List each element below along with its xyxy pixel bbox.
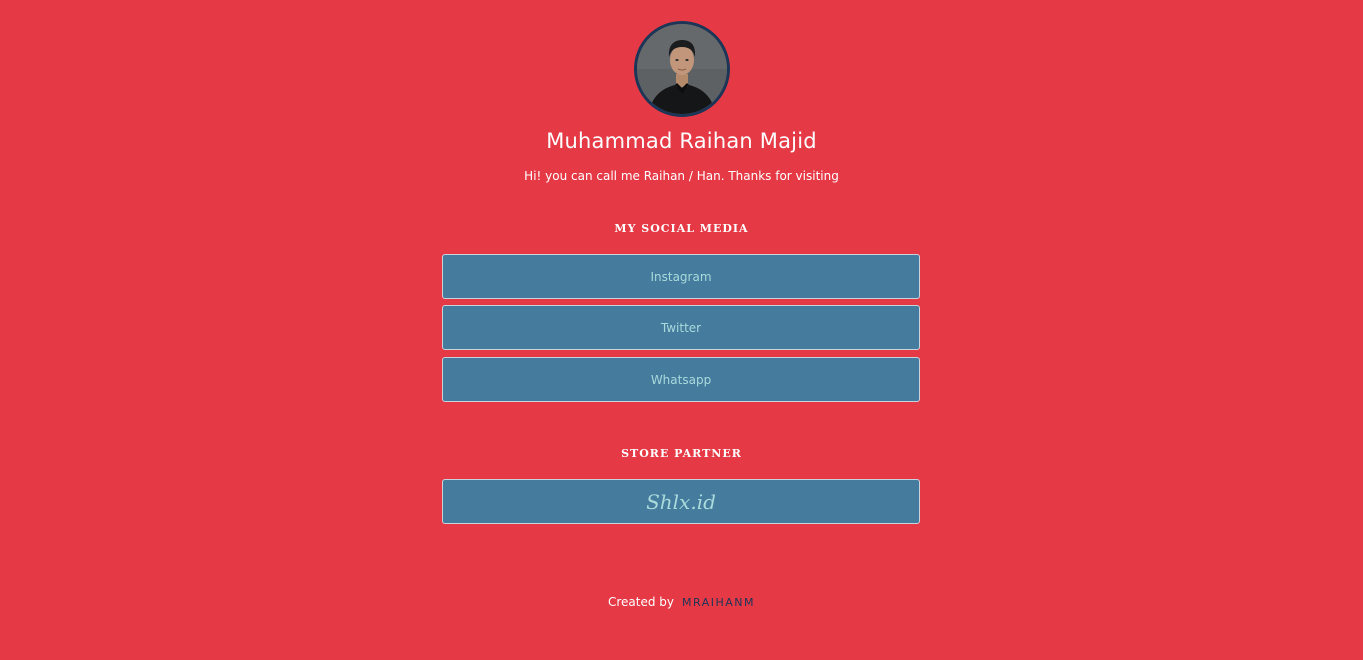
profile-page: Muhammad Raihan Majid Hi! you can call m… [0,0,1363,660]
twitter-link-button[interactable]: Twitter [442,305,920,350]
profile-photo-icon [637,24,727,114]
instagram-link-button[interactable]: Instagram [442,254,920,299]
footer: Created by MRAIHANM [0,593,1363,611]
avatar [634,21,730,117]
footer-author-link[interactable]: MRAIHANM [682,596,755,609]
footer-created-label: Created by [607,595,675,609]
social-media-heading: MY SOCIAL MEDIA [614,222,749,235]
profile-tagline: Hi! you can call me Raihan / Han. Thanks… [524,169,839,183]
whatsapp-link-button[interactable]: Whatsapp [442,357,920,402]
store-partner-heading: STORE PARTNER [621,447,742,460]
profile-name: Muhammad Raihan Majid [546,129,817,153]
store-partner-link-button[interactable]: Shlx.id [442,479,920,524]
